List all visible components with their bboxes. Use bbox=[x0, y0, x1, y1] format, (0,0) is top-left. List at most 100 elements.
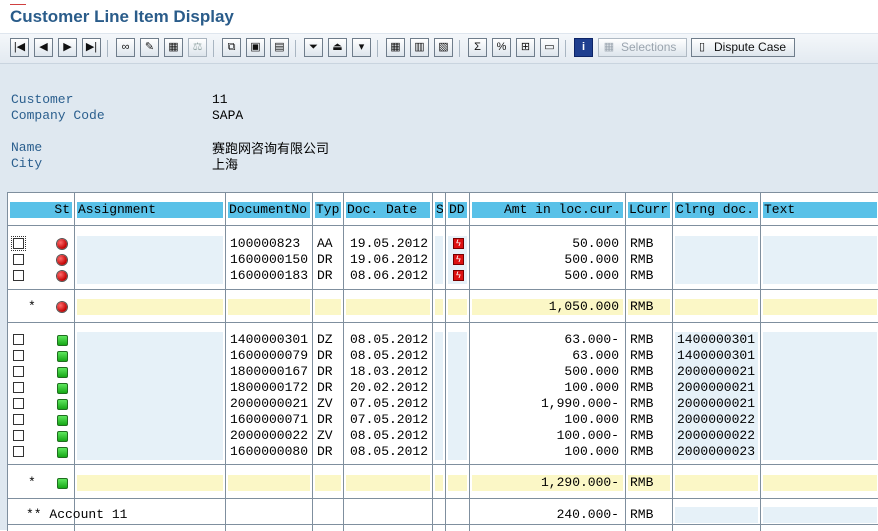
export-icon[interactable]: ⊞ bbox=[516, 38, 535, 57]
cell-assignment bbox=[77, 428, 223, 444]
cell-type: AA bbox=[317, 236, 333, 251]
cell-s bbox=[435, 252, 443, 268]
table-row[interactable]: 1600000080 DR 08.05.2012 100.000 RMB 20000000… bbox=[8, 444, 878, 460]
table-row[interactable]: 1800000172 DR 20.02.2012 100.000 RMB 20000000… bbox=[8, 380, 878, 396]
subtotals-icon[interactable]: % bbox=[492, 38, 511, 57]
document-overview-icon[interactable]: ▣ bbox=[246, 38, 265, 57]
cell-text bbox=[763, 380, 877, 396]
balance-scale-icon[interactable]: ⚖ bbox=[188, 38, 207, 57]
cell-lcurr: RMB bbox=[630, 380, 654, 395]
cell-s bbox=[435, 380, 443, 396]
dunning-alert-icon[interactable]: ϟ bbox=[453, 254, 464, 265]
select-block-icon[interactable]: ▦ bbox=[164, 38, 183, 57]
select-checkbox[interactable] bbox=[13, 254, 24, 265]
cell-assignment bbox=[77, 268, 223, 284]
column-header-lcurr[interactable]: LCurr bbox=[628, 202, 670, 218]
column-header-st[interactable]: St bbox=[10, 202, 72, 218]
select-checkbox[interactable] bbox=[11, 236, 26, 251]
set-filter-icon[interactable]: ▾ bbox=[352, 38, 371, 57]
table-row[interactable]: 2000000021 ZV 07.05.2012 1,990.000- RMB 20000… bbox=[8, 396, 878, 412]
last-page-icon[interactable]: ▶| bbox=[82, 38, 101, 57]
selections-button[interactable]: ▦ Selections bbox=[598, 38, 687, 57]
column-header-dd[interactable]: DD bbox=[448, 202, 467, 218]
row-separator bbox=[8, 498, 878, 499]
cell-document-no: 1600000183 bbox=[230, 268, 309, 283]
cell-st bbox=[10, 236, 72, 252]
select-checkbox[interactable] bbox=[13, 398, 24, 409]
select-all-icon[interactable]: ⧉ bbox=[222, 38, 241, 57]
column-header-text[interactable]: Text bbox=[763, 202, 877, 218]
cell-clearing-doc: 2000000022 bbox=[675, 412, 758, 428]
layout-grid-icon[interactable]: ▦ bbox=[386, 38, 405, 57]
table-row[interactable]: 1600000183 DR 08.06.2012 ϟ 500.000 RMB bbox=[8, 268, 878, 284]
cell-dd bbox=[448, 380, 467, 396]
details-icon[interactable]: ▤ bbox=[270, 38, 289, 57]
cell-doc-date: 19.06.2012 bbox=[350, 252, 429, 267]
cell-s bbox=[435, 364, 443, 380]
cell-clearing-doc: 2000000021 bbox=[675, 364, 758, 380]
select-checkbox[interactable] bbox=[13, 382, 24, 393]
cell-lcurr: RMB bbox=[630, 268, 654, 283]
cell-amount: 50.000 bbox=[572, 236, 619, 251]
print-preview-icon[interactable]: ▭ bbox=[540, 38, 559, 57]
column-header-document-no[interactable]: DocumentNo bbox=[228, 202, 310, 218]
dispute-case-button[interactable]: ▯ Dispute Case bbox=[691, 38, 795, 57]
toolbar-separator bbox=[295, 40, 296, 57]
column-header-row: St Assignment DocumentNo Typ Doc. Date S DD Amt… bbox=[8, 202, 878, 218]
column-header-s[interactable]: S bbox=[435, 202, 443, 218]
table-row[interactable]: 1800000167 DR 18.03.2012 500.000 RMB 20000000… bbox=[8, 364, 878, 380]
select-checkbox[interactable] bbox=[13, 334, 24, 345]
column-header-doc-date[interactable]: Doc. Date bbox=[346, 202, 430, 218]
cell-dd: ϟ bbox=[448, 236, 467, 252]
account-total-row: 240.000- RMB ** Account 11 bbox=[8, 507, 878, 523]
toolbar-separator bbox=[107, 40, 108, 57]
cell-doc-date: 18.03.2012 bbox=[350, 364, 429, 379]
change-pencil-icon[interactable]: ✎ bbox=[140, 38, 159, 57]
choose-layout-icon[interactable]: ▥ bbox=[410, 38, 429, 57]
cell-dd bbox=[448, 299, 467, 315]
first-page-icon[interactable]: |◀ bbox=[10, 38, 29, 57]
table-row[interactable]: 1600000150 DR 19.06.2012 ϟ 500.000 RMB bbox=[8, 252, 878, 268]
previous-page-icon[interactable]: ◀ bbox=[34, 38, 53, 57]
status-red-light-icon bbox=[57, 271, 67, 281]
display-glasses-icon[interactable]: ∞ bbox=[116, 38, 135, 57]
select-checkbox[interactable] bbox=[13, 270, 24, 281]
cell-type: DR bbox=[317, 252, 333, 267]
table-row[interactable]: 1400000301 DZ 08.05.2012 63.000- RMB 14000003… bbox=[8, 332, 878, 348]
select-checkbox[interactable] bbox=[13, 430, 24, 441]
table-row[interactable]: 100000823 AA 19.05.2012 ϟ 50.000 RMB bbox=[8, 236, 878, 252]
table-row[interactable]: 2000000022 ZV 08.05.2012 100.000- RMB 2000000… bbox=[8, 428, 878, 444]
sum-sigma-icon[interactable]: Σ bbox=[468, 38, 487, 57]
column-header-clearing-doc[interactable]: Clrng doc. bbox=[675, 202, 758, 218]
cell-st bbox=[10, 348, 72, 364]
cell-amount: 500.000 bbox=[564, 268, 619, 283]
cell-amount: 500.000 bbox=[564, 252, 619, 267]
filter-icon[interactable]: ⏷ bbox=[304, 38, 323, 57]
select-checkbox[interactable] bbox=[13, 414, 24, 425]
column-header-amount[interactable]: Amt in loc.cur. bbox=[472, 202, 623, 218]
select-checkbox[interactable] bbox=[13, 446, 24, 457]
cell-text bbox=[763, 444, 877, 460]
sort-icon[interactable]: ⏏ bbox=[328, 38, 347, 57]
next-page-icon[interactable]: ▶ bbox=[58, 38, 77, 57]
row-separator bbox=[8, 225, 878, 226]
save-layout-icon[interactable]: ▧ bbox=[434, 38, 453, 57]
dunning-alert-icon[interactable]: ϟ bbox=[453, 238, 464, 249]
cell-amount: 100.000 bbox=[564, 412, 619, 427]
select-checkbox[interactable] bbox=[13, 366, 24, 377]
table-row[interactable]: 1600000071 DR 07.05.2012 100.000 RMB 20000000… bbox=[8, 412, 878, 428]
info-icon[interactable]: i bbox=[574, 38, 593, 57]
cell-assignment bbox=[77, 332, 223, 348]
cell-st bbox=[10, 412, 72, 428]
select-checkbox[interactable] bbox=[13, 350, 24, 361]
cell-clearing-doc bbox=[675, 236, 758, 252]
cell-doc-date: 20.02.2012 bbox=[350, 380, 429, 395]
cell-text bbox=[763, 348, 877, 364]
cell-assignment bbox=[77, 396, 223, 412]
table-row[interactable]: 1600000079 DR 08.05.2012 63.000 RMB 140000030… bbox=[8, 348, 878, 364]
column-header-assignment[interactable]: Assignment bbox=[77, 202, 223, 218]
column-header-type[interactable]: Typ bbox=[315, 202, 341, 218]
dunning-alert-icon[interactable]: ϟ bbox=[453, 270, 464, 281]
cell-document-no: 1400000301 bbox=[230, 332, 309, 347]
cell-clearing-doc: 2000000022 bbox=[675, 428, 758, 444]
